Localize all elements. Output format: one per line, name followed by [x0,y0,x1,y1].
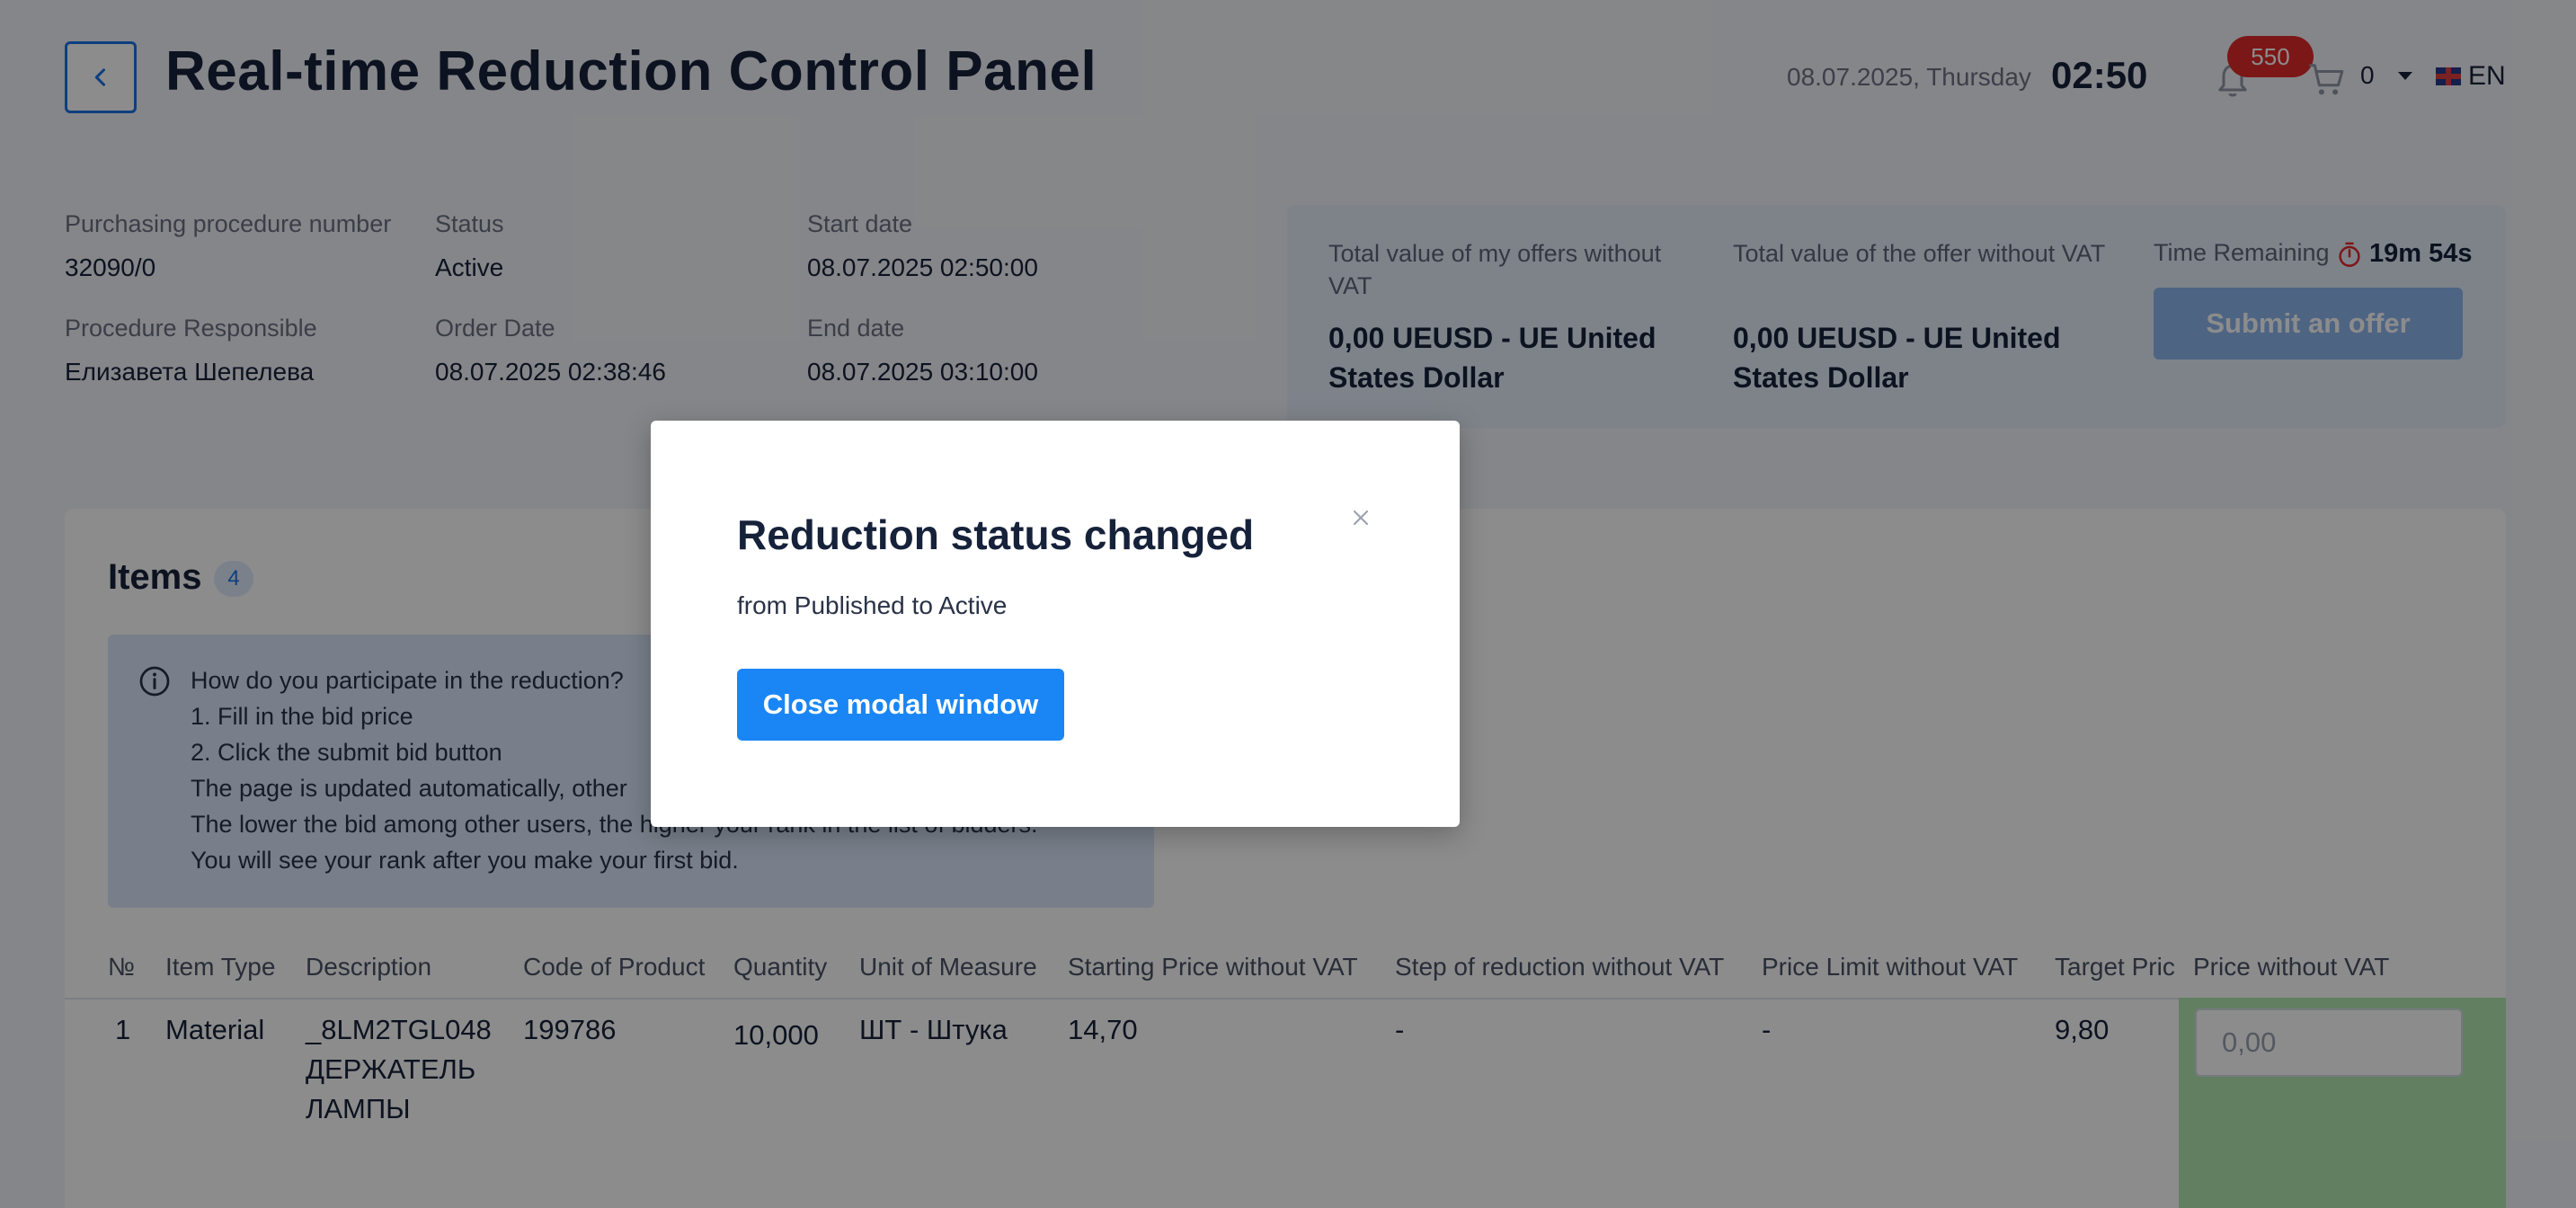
modal-title: Reduction status changed [737,511,1255,558]
modal-message: from Published to Active [737,591,1008,619]
status-modal: Reduction status changed from Published … [651,421,1460,827]
close-icon[interactable] [1348,505,1373,530]
close-modal-button[interactable]: Close modal window [737,669,1064,741]
